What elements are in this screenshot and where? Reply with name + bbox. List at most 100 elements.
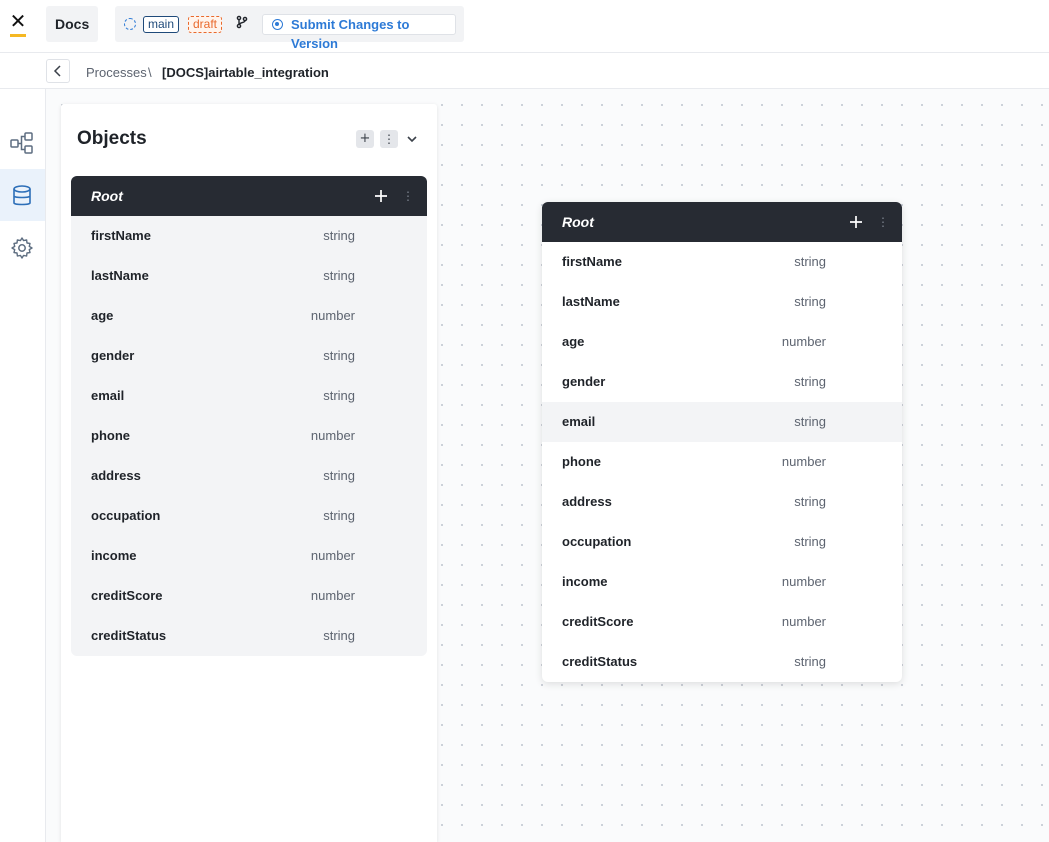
panel-root-object[interactable]: Root ⋮ firstName string lastName string age n… [71,176,427,656]
chevron-left-icon [53,65,61,77]
field-type: number [310,548,355,563]
field-name: firstName [562,254,622,269]
field-row[interactable]: occupation string [71,496,427,536]
field-type: number [781,574,826,589]
panel-title: Objects [77,128,147,149]
field-type: string [794,374,826,389]
field-row[interactable]: occupation string [542,522,902,562]
field-name: email [91,388,125,403]
left-sidebar [0,89,46,842]
field-type: string [794,254,826,269]
canvas-root-object[interactable]: Root ⋮ firstName string lastName string age n… [542,202,902,682]
field-row[interactable]: age number [542,322,902,362]
field-name: address [562,494,612,509]
add-field-icon[interactable] [371,186,391,206]
object-header: Root ⋮ [542,202,902,242]
version-toolbar: main draft Submit Changes to Version [115,6,464,51]
field-type: number [781,454,826,469]
object-header: Root ⋮ [71,176,427,216]
field-type: string [323,388,355,403]
breadcrumb-separator: \ [148,65,152,80]
field-name: lastName [562,294,620,309]
field-row[interactable]: address string [71,456,427,496]
field-type: number [310,308,355,323]
breadcrumb-processes[interactable]: Processes [86,65,147,80]
field-row[interactable]: firstName string [542,242,902,282]
app-name[interactable]: Docs [46,6,99,42]
field-name: income [91,548,137,563]
field-name: occupation [91,508,161,523]
field-row[interactable]: age number [71,296,427,336]
submit-icon [272,19,283,30]
field-type: string [323,468,355,483]
field-row[interactable]: creditScore number [71,576,427,616]
field-type: string [794,494,826,509]
field-type: number [781,334,826,349]
field-type: string [794,294,826,309]
submit-changes-button[interactable]: Submit Changes to Version [262,14,456,51]
field-name: income [562,574,608,589]
field-row[interactable]: income number [71,536,427,576]
field-name: gender [562,374,606,389]
object-more-icon[interactable]: ⋮ [402,188,414,204]
field-type: string [794,534,826,549]
branch-tag[interactable]: main [143,16,180,33]
field-row[interactable]: lastName string [71,256,427,296]
field-row[interactable]: creditStatus string [71,616,427,656]
field-row[interactable]: email string [71,376,427,416]
sidebar-item-process[interactable] [0,117,45,169]
field-name: email [562,414,596,429]
field-name: firstName [91,228,151,243]
database-icon [13,185,31,206]
field-row[interactable]: creditStatus string [542,642,902,682]
field-type: string [794,654,826,669]
field-type: number [781,614,826,629]
field-name: age [91,308,114,323]
chevron-down-icon[interactable] [404,131,420,147]
field-type: number [310,588,355,603]
sync-status-icon [124,18,136,30]
field-type: string [323,228,355,243]
field-list: firstName string lastName string age number ge… [542,242,902,682]
add-object-button[interactable]: + [356,130,374,148]
field-row[interactable]: income number [542,562,902,602]
field-type: string [323,508,355,523]
field-type: number [310,428,355,443]
field-type: string [794,414,826,429]
breadcrumb-bar: Processes \ [DOCS]airtable_integration [0,53,1049,89]
field-list: firstName string lastName string age number ge… [71,216,427,656]
field-name: phone [562,454,601,469]
status-tag: draft [188,16,223,33]
field-name: creditScore [562,614,634,629]
field-row[interactable]: phone number [542,442,902,482]
flowx-logo[interactable]: ✕ [8,11,28,37]
field-type: string [323,268,355,283]
field-name: address [91,468,141,483]
field-row[interactable]: gender string [542,362,902,402]
field-name: creditScore [91,588,163,603]
sidebar-item-data-model[interactable] [0,169,45,221]
field-name: creditStatus [91,628,167,643]
object-more-icon[interactable]: ⋮ [877,214,889,230]
top-bar: ✕ Docs main draft Submit Changes to Vers… [0,0,1049,53]
field-row[interactable]: lastName string [542,282,902,322]
field-name: age [562,334,585,349]
field-row[interactable]: phone number [71,416,427,456]
field-row[interactable]: email string [542,402,902,442]
field-row[interactable]: address string [542,482,902,522]
more-options-button[interactable]: ⋮ [380,130,398,148]
field-row[interactable]: gender string [71,336,427,376]
add-field-icon[interactable] [846,212,866,232]
gear-icon [11,237,33,259]
object-title: Root [562,214,594,230]
field-row[interactable]: creditScore number [542,602,902,642]
branch-icon[interactable] [233,15,251,33]
field-name: occupation [562,534,632,549]
sidebar-item-settings[interactable] [0,221,45,273]
back-button[interactable] [46,59,70,83]
field-type: string [323,348,355,363]
breadcrumb-current: [DOCS]airtable_integration [162,65,329,80]
field-name: gender [91,348,135,363]
field-row[interactable]: firstName string [71,216,427,256]
field-name: lastName [91,268,149,283]
